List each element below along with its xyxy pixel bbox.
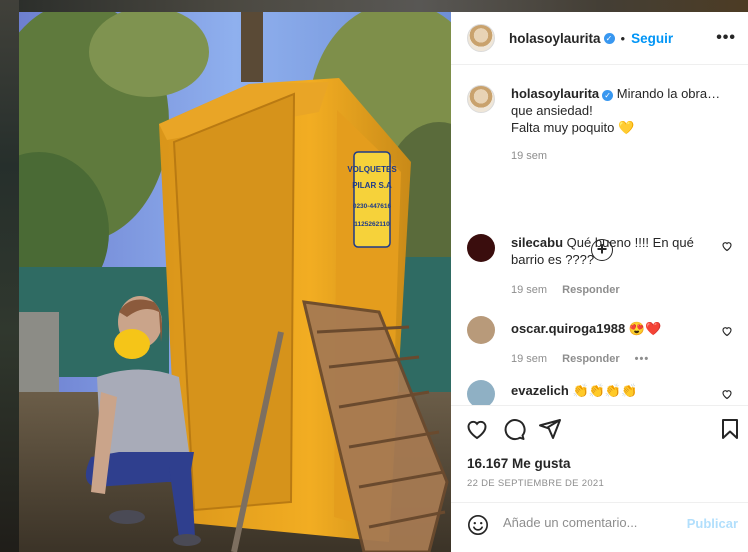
reply-button[interactable]: Responder [562, 353, 619, 365]
prev-post-sliver [0, 0, 19, 552]
comment-options-icon[interactable]: ••• [635, 353, 650, 365]
save-bookmark-icon[interactable] [718, 417, 742, 441]
comment-item: silecabu Qué bueno !!!! En qué barrio es… [467, 234, 737, 299]
comment-time[interactable]: 19 sem [511, 284, 547, 296]
add-comment-bar: Publicar [451, 502, 748, 546]
comment-text: 😍❤️ [628, 321, 662, 336]
comment-username[interactable]: silecabu [511, 235, 563, 250]
sign-line-1: VOLQUETES [347, 165, 397, 174]
sign-line-3: 0230-447616 [353, 203, 392, 210]
author-avatar[interactable] [467, 24, 495, 52]
verified-badge-icon: ✓ [602, 90, 614, 101]
comment-time[interactable]: 19 sem [511, 353, 547, 365]
more-options-icon[interactable]: ••• [716, 29, 736, 47]
likes-count[interactable]: 16.167 Me gusta [467, 456, 571, 471]
like-comment-heart-icon[interactable] [721, 240, 733, 252]
post-date[interactable]: 22 DE SEPTIEMBRE DE 2021 [467, 478, 604, 489]
post-caption: holasoylaurita ✓ Mirando la obra… que ans… [467, 85, 737, 165]
publish-button[interactable]: Publicar [687, 516, 738, 531]
commenter-avatar[interactable] [467, 234, 495, 262]
like-comment-heart-icon[interactable] [721, 388, 733, 400]
caption-line-3: Falta muy poquito [511, 120, 615, 135]
sign-line-2: PILAR S.A [352, 181, 392, 190]
comment-text-cont: barrio es ???? [511, 252, 595, 267]
sign-line-4: 1125262110 [354, 221, 390, 228]
emoji-icon[interactable] [467, 514, 489, 536]
caption-username[interactable]: holasoylaurita [511, 86, 599, 101]
post-side-panel: holasoylaurita ✓ • Seguir ••• holasoylau… [451, 12, 748, 552]
caption-line-2: que ansiedad! [511, 103, 593, 118]
commenter-avatar[interactable] [467, 316, 495, 344]
yellow-heart-emoji: 💛 [617, 120, 635, 135]
like-comment-heart-icon[interactable] [721, 325, 733, 337]
like-heart-icon[interactable] [465, 417, 489, 441]
background-feed-sliver [19, 0, 748, 12]
verified-badge-icon: ✓ [603, 32, 615, 44]
commenter-avatar[interactable] [467, 380, 495, 405]
follow-button[interactable]: Seguir [631, 31, 673, 46]
comments-list[interactable]: holasoylaurita ✓ Mirando la obra… que ans… [451, 66, 748, 405]
comment-item: oscar.quiroga1988 😍❤️ 19 sem Responder •… [467, 316, 737, 368]
post-actions: 16.167 Me gusta 22 DE SEPTIEMBRE DE 2021… [451, 405, 748, 545]
comment-text: Qué bueno !!!! En qué [566, 235, 694, 250]
post-header: holasoylaurita ✓ • Seguir ••• [451, 12, 748, 65]
share-paper-plane-icon[interactable] [538, 417, 562, 441]
comment-text: 👏👏👏👏 [572, 383, 638, 398]
author-username[interactable]: holasoylaurita [509, 31, 601, 46]
reply-button[interactable]: Responder [562, 284, 619, 296]
comment-item: evazelich 👏👏👏👏 [467, 380, 737, 405]
post-photo: VOLQUETES PILAR S.A 0230-447616 11252621… [19, 12, 451, 552]
caption-time[interactable]: 19 sem [511, 150, 547, 162]
comment-username[interactable]: oscar.quiroga1988 [511, 321, 625, 336]
comment-bubble-icon[interactable] [502, 417, 526, 441]
header-separator: • [620, 30, 626, 46]
caption-line-1: Mirando la obra… [616, 86, 721, 101]
comment-username[interactable]: evazelich [511, 383, 569, 398]
comment-input[interactable] [503, 515, 681, 530]
caption-avatar[interactable] [467, 85, 495, 113]
